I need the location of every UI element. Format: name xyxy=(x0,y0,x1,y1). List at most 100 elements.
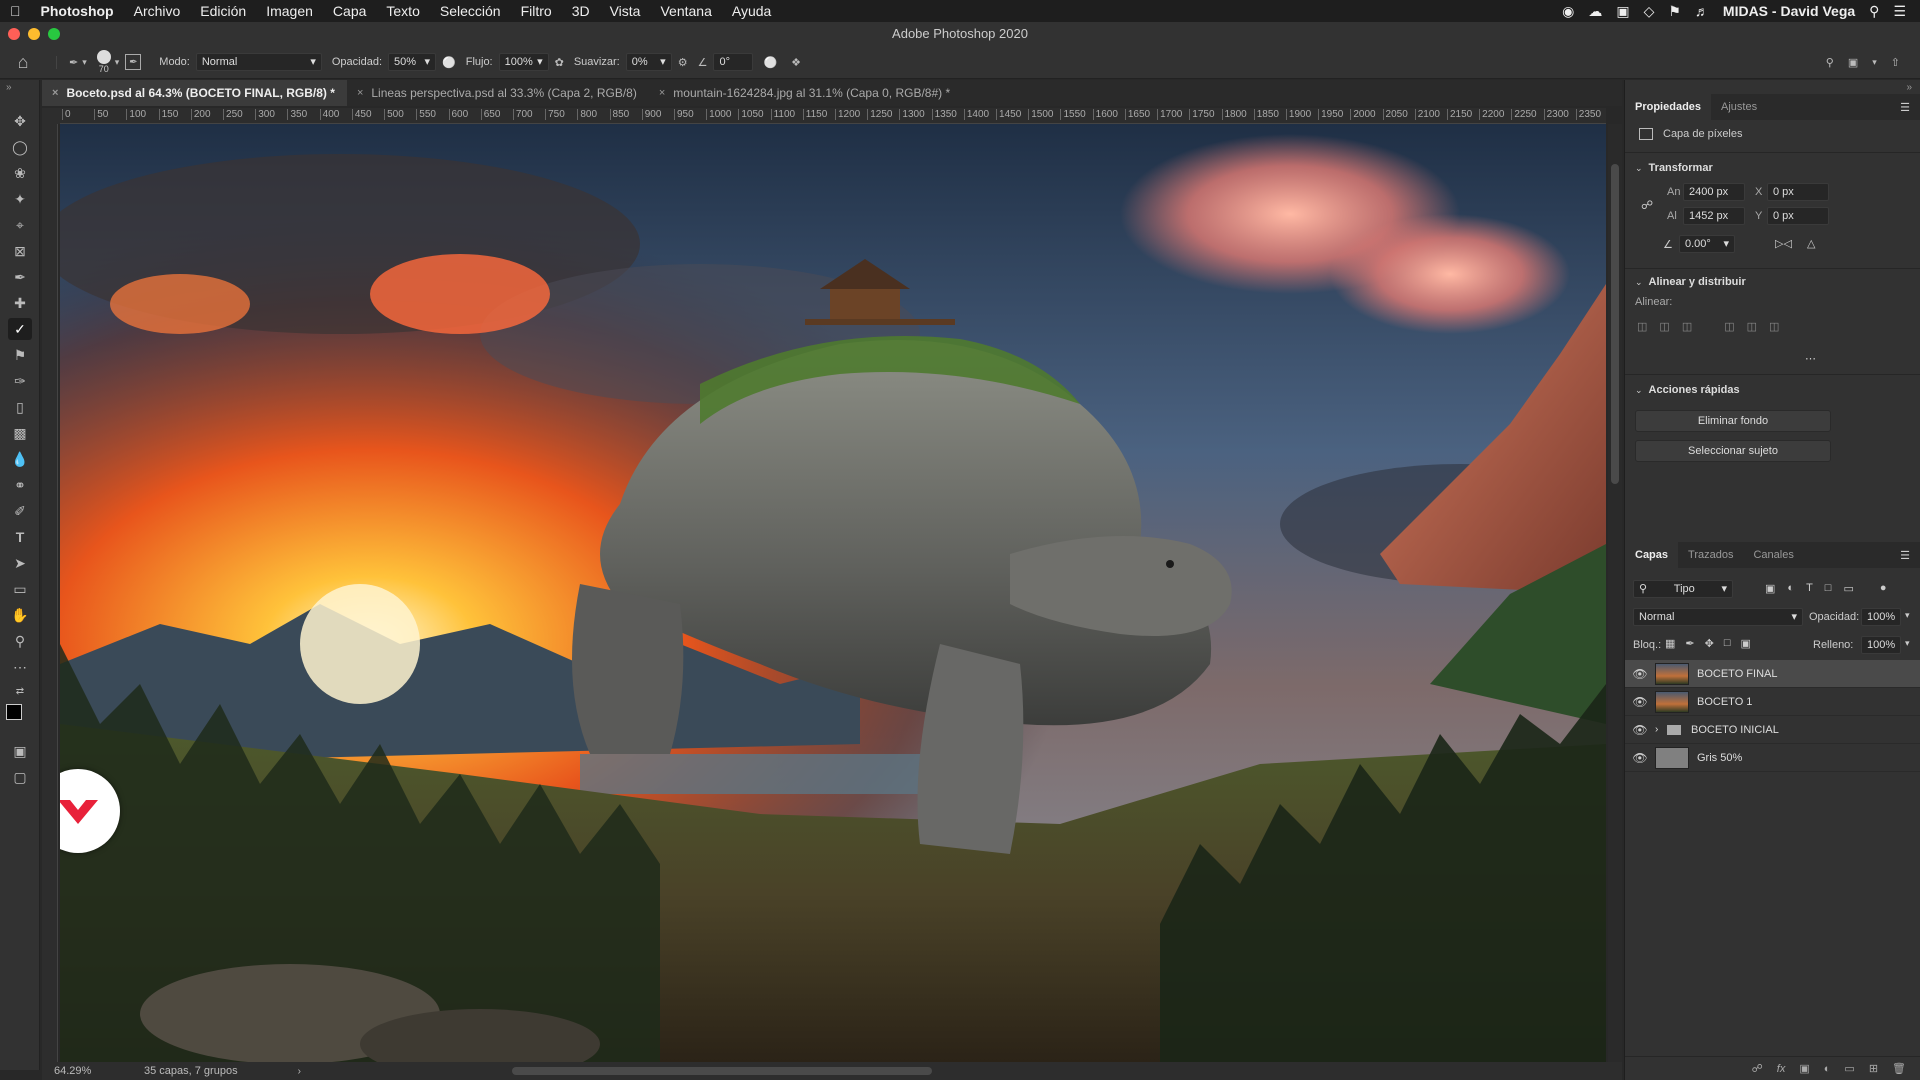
pen-tool-icon[interactable]: ✐ xyxy=(8,500,32,522)
eye-icon[interactable]: 👁 xyxy=(1625,751,1655,765)
align-right-edges-icon[interactable]: ◫ xyxy=(1682,320,1692,333)
workspace-chevron-icon[interactable]: ▾ xyxy=(1872,57,1877,68)
menu-vista[interactable]: Vista xyxy=(600,3,651,19)
screen-mode-icon[interactable]: ▢ xyxy=(8,766,32,788)
panel-menu-icon[interactable]: ☰ xyxy=(1900,549,1920,562)
layer-row-boceto-final[interactable]: 👁 BOCETO FINAL xyxy=(1625,660,1920,688)
chevron-down-icon[interactable]: ▾ xyxy=(82,57,87,68)
eye-icon[interactable]: 👁 xyxy=(1625,667,1655,681)
more-tools-icon[interactable]: ⋯ xyxy=(8,656,32,678)
eyedropper-tool-icon[interactable]: ✒ xyxy=(8,266,32,288)
flip-vertical-icon[interactable]: △ xyxy=(1807,237,1815,250)
flag-icon[interactable]: ⚑ xyxy=(1668,3,1681,20)
close-tab-icon[interactable]: × xyxy=(659,80,665,106)
mode-select[interactable]: Normal ▾ xyxy=(195,53,322,71)
adjustment-layer-icon[interactable]: ◐ xyxy=(1824,1063,1831,1075)
foreground-color-swatch[interactable] xyxy=(6,704,22,720)
type-tool-icon[interactable]: T xyxy=(8,526,32,548)
quick-selection-tool-icon[interactable]: ✦ xyxy=(8,188,32,210)
flow-field[interactable]: 100% ▾ xyxy=(498,53,549,71)
layer-row-boceto-inicial[interactable]: 👁 › BOCETO INICIAL xyxy=(1625,716,1920,744)
tab-mountain[interactable]: × mountain-1624284.jpg al 31.1% (Capa 0,… xyxy=(649,80,962,106)
vertical-scrollbar[interactable] xyxy=(1608,124,1622,1062)
align-bottom-edges-icon[interactable]: ◫ xyxy=(1769,320,1779,333)
brush-tool-icon[interactable]: ✓ xyxy=(8,318,32,340)
layer-filter-select[interactable]: ⚲ Tipo ▾ xyxy=(1633,580,1733,598)
eye-icon[interactable]: 👁 xyxy=(1625,723,1655,737)
smoothing-options-gear-icon[interactable]: ⚙ xyxy=(678,56,688,69)
tab-lineas-perspectiva[interactable]: × Lineas perspectiva.psd al 33.3% (Capa … xyxy=(347,80,649,106)
menu-archivo[interactable]: Archivo xyxy=(124,3,191,19)
eraser-tool-icon[interactable]: ▯ xyxy=(8,396,32,418)
creative-cloud-icon[interactable]: ☁ xyxy=(1588,3,1602,20)
panel-menu-icon[interactable]: ☰ xyxy=(1900,101,1920,114)
healing-brush-tool-icon[interactable]: ✚ xyxy=(8,292,32,314)
default-colors-icon[interactable]: ⇄ xyxy=(8,680,32,702)
layer-row-gris-50[interactable]: 👁 Gris 50% xyxy=(1625,744,1920,772)
horizontal-scroll-thumb[interactable] xyxy=(512,1067,932,1075)
blur-tool-icon[interactable]: 💧 xyxy=(8,448,32,470)
menu-seleccion[interactable]: Selección xyxy=(430,3,511,19)
lock-image-icon[interactable]: ✒ xyxy=(1685,637,1694,650)
collapse-panels-icon[interactable]: » xyxy=(1906,82,1912,93)
add-mask-icon[interactable]: ▣ xyxy=(1799,1062,1809,1075)
width-field[interactable]: 2400 px xyxy=(1683,183,1745,201)
align-vertical-centers-icon[interactable]: ◫ xyxy=(1747,320,1757,333)
filter-adjustment-icon[interactable]: ◐ xyxy=(1787,582,1794,595)
close-tab-icon[interactable]: × xyxy=(52,80,58,106)
filter-pixel-icon[interactable]: ▣ xyxy=(1765,582,1775,595)
x-field[interactable]: 0 px xyxy=(1767,183,1829,201)
new-layer-icon[interactable]: ⊞ xyxy=(1869,1062,1878,1075)
pressure-size-icon[interactable]: ⚪ xyxy=(763,56,777,69)
tab-properties[interactable]: Propiedades xyxy=(1625,94,1712,120)
layer-opacity-chevron-icon[interactable]: ▾ xyxy=(1905,610,1910,621)
fill-field[interactable]: 100% xyxy=(1861,636,1901,654)
layer-opacity-field[interactable]: 100% xyxy=(1861,608,1901,626)
menu-list-icon[interactable]: ☰ xyxy=(1893,3,1906,20)
collapse-toolbar-icon[interactable]: » xyxy=(6,82,12,93)
pressure-opacity-icon[interactable]: ⚪ xyxy=(442,56,456,69)
airbrush-icon[interactable]: ✿ xyxy=(555,56,564,69)
minimize-window-icon[interactable] xyxy=(28,28,40,40)
menu-filtro[interactable]: Filtro xyxy=(511,3,562,19)
tab-adjustments[interactable]: Ajustes xyxy=(1711,94,1767,120)
quick-mask-icon[interactable]: ▣ xyxy=(8,740,32,762)
select-subject-button[interactable]: Seleccionar sujeto xyxy=(1635,440,1831,462)
status-expand-icon[interactable]: › xyxy=(298,1066,301,1077)
lock-transparent-icon[interactable]: ▦ xyxy=(1665,637,1675,650)
filter-smart-object-icon[interactable]: ▭ xyxy=(1843,582,1853,595)
zoom-level[interactable]: 64.29% xyxy=(42,1065,114,1077)
tab-paths[interactable]: Trazados xyxy=(1678,542,1743,568)
angle-field[interactable]: 0° xyxy=(713,53,754,71)
move-tool-icon[interactable]: ✥ xyxy=(8,110,32,132)
filter-shape-icon[interactable]: □ xyxy=(1825,582,1832,595)
align-top-edges-icon[interactable]: ◫ xyxy=(1724,320,1734,333)
link-layers-icon[interactable]: ☍ xyxy=(1752,1062,1763,1075)
menu-ventana[interactable]: Ventana xyxy=(650,3,721,19)
brush-picker-chevron-icon[interactable]: ▾ xyxy=(115,57,120,68)
layer-style-fx-icon[interactable]: fx xyxy=(1777,1063,1786,1075)
delete-layer-icon[interactable]: 🗑 xyxy=(1892,1062,1906,1075)
new-group-icon[interactable]: ▭ xyxy=(1844,1062,1854,1075)
rectangle-tool-icon[interactable]: ▭ xyxy=(8,578,32,600)
home-icon[interactable]: ⌂ xyxy=(18,52,29,73)
brush-size-preview-icon[interactable] xyxy=(96,50,111,64)
menu-3d[interactable]: 3D xyxy=(562,3,600,19)
height-field[interactable]: 1452 px xyxy=(1683,207,1745,225)
wifi-icon[interactable]: ◇ xyxy=(1644,3,1655,20)
close-tab-icon[interactable]: × xyxy=(357,80,363,106)
menu-texto[interactable]: Texto xyxy=(376,3,429,19)
display-icon[interactable]: ▣ xyxy=(1616,3,1629,20)
filter-toggle-icon[interactable]: ● xyxy=(1880,582,1887,595)
lasso-tool-icon[interactable]: ❀ xyxy=(8,162,32,184)
document-canvas[interactable] xyxy=(60,124,1606,1062)
user-name[interactable]: MIDAS - David Vega xyxy=(1723,3,1855,19)
menu-ayuda[interactable]: Ayuda xyxy=(722,3,781,19)
layer-row-boceto-1[interactable]: 👁 BOCETO 1 xyxy=(1625,688,1920,716)
tab-boceto[interactable]: × Boceto.psd al 64.3% (BOCETO FINAL, RGB… xyxy=(42,80,347,106)
blend-mode-select[interactable]: Normal ▾ xyxy=(1633,608,1803,626)
vertical-scroll-thumb[interactable] xyxy=(1611,164,1619,484)
menu-edicion[interactable]: Edición xyxy=(190,3,256,19)
remove-background-button[interactable]: Eliminar fondo xyxy=(1635,410,1831,432)
align-header[interactable]: ⌄ Alinear y distribuir xyxy=(1635,276,1746,288)
